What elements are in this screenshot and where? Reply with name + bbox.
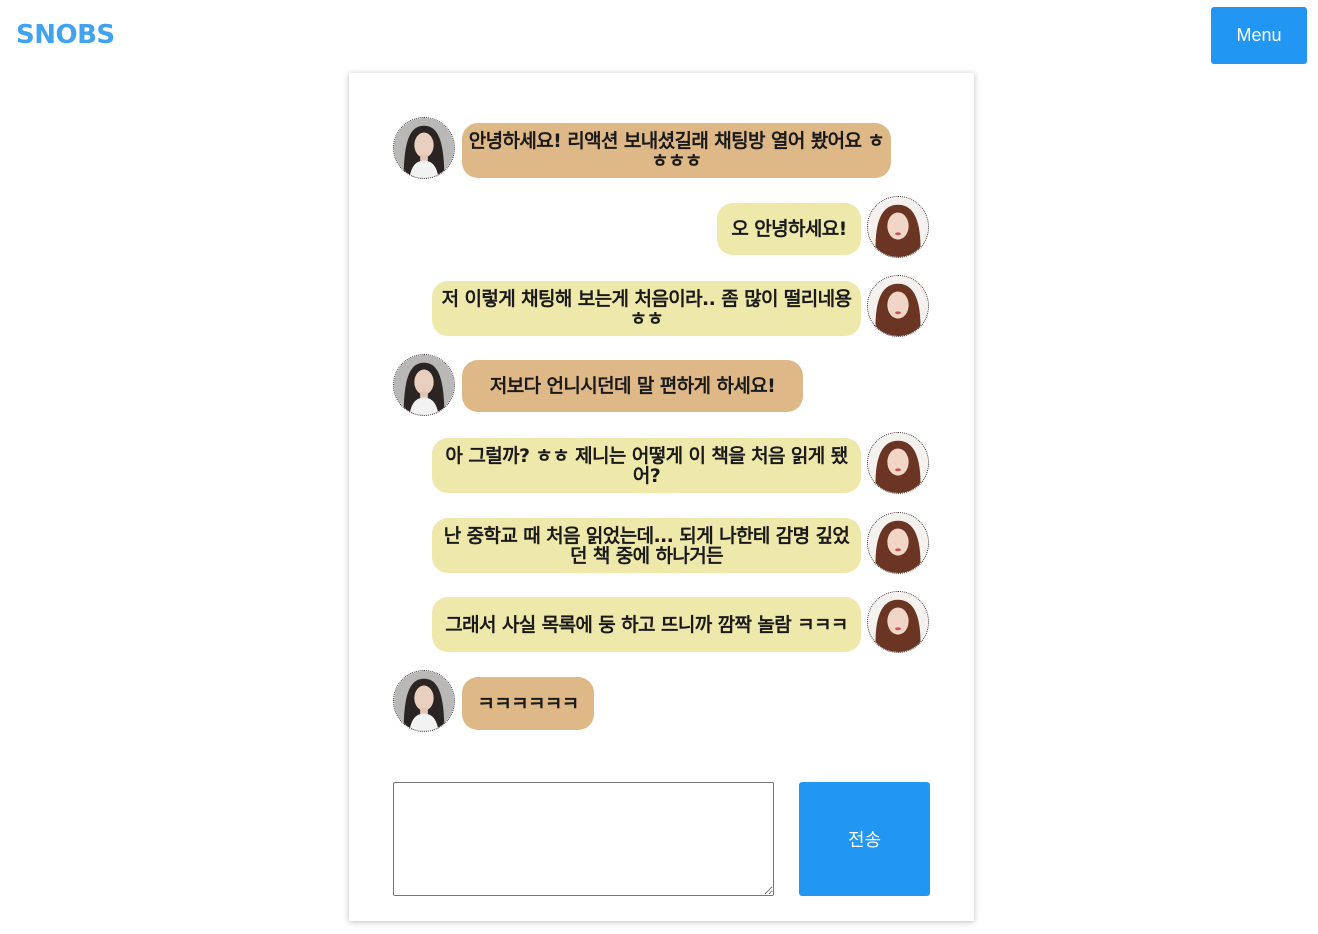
logo[interactable]: SNOBS — [16, 20, 115, 50]
avatar-me — [867, 275, 929, 337]
message-bubble: 저보다 언니시던데 말 편하게 하세요! — [462, 360, 803, 412]
woman-dark-hair-icon — [394, 118, 454, 178]
message-bubble: 오 안녕하세요! — [717, 203, 861, 255]
message-bubble: ㅋㅋㅋㅋㅋㅋ — [462, 677, 594, 730]
message-bubble: 그래서 사실 목록에 둥 하고 뜨니까 깜짝 놀람 ㅋㅋㅋ — [432, 597, 861, 652]
avatar-me — [867, 196, 929, 258]
woman-auburn-hair-icon — [868, 592, 928, 652]
message-input[interactable] — [393, 782, 774, 896]
avatar-me — [867, 512, 929, 574]
send-button[interactable]: 전송 — [799, 782, 930, 896]
avatar-other — [393, 117, 455, 179]
message-bubble: 아 그럴까? ㅎㅎ 제니는 어떻게 이 책을 처음 읽게 됐어? — [432, 438, 861, 493]
woman-auburn-hair-icon — [868, 276, 928, 336]
chat-window: 안녕하세요! 리액션 보내셨길래 채팅방 열어 봤어요 ㅎㅎㅎㅎ 오 안녕하세요… — [349, 73, 974, 921]
woman-auburn-hair-icon — [868, 197, 928, 257]
woman-auburn-hair-icon — [868, 433, 928, 493]
woman-dark-hair-icon — [394, 355, 454, 415]
avatar-other — [393, 670, 455, 732]
avatar-me — [867, 432, 929, 494]
message-bubble: 안녕하세요! 리액션 보내셨길래 채팅방 열어 봤어요 ㅎㅎㅎㅎ — [462, 123, 891, 178]
avatar-me — [867, 591, 929, 653]
woman-dark-hair-icon — [394, 671, 454, 731]
menu-button[interactable]: Menu — [1211, 7, 1307, 64]
message-bubble: 저 이렇게 채팅해 보는게 처음이라.. 좀 많이 떨리네용 ㅎㅎ — [432, 281, 861, 336]
avatar-other — [393, 354, 455, 416]
woman-auburn-hair-icon — [868, 513, 928, 573]
message-bubble: 난 중학교 때 처음 읽었는데... 되게 나한테 감명 깊었던 책 중에 하나… — [432, 518, 861, 573]
